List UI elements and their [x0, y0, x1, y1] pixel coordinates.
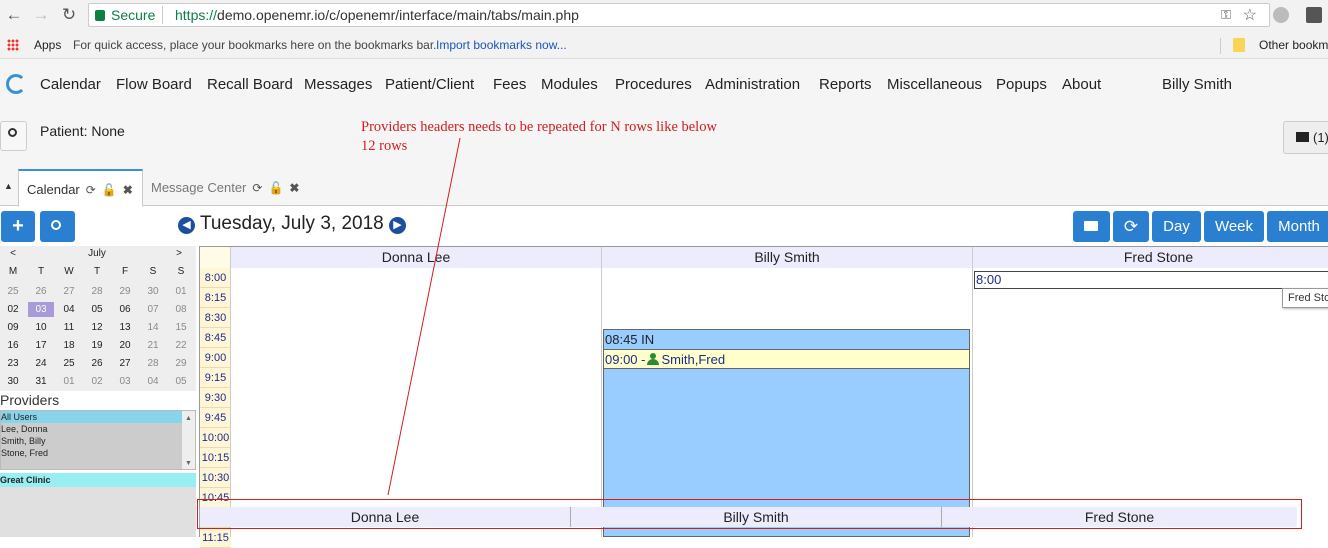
repeated-provider-header: Donna Lee — [199, 507, 570, 527]
annotation-arrow-line — [387, 137, 461, 496]
repeated-provider-header: Billy Smith — [570, 507, 941, 527]
repeated-provider-header: Fred Stone — [941, 507, 1297, 527]
annotation-arrow — [387, 137, 461, 496]
